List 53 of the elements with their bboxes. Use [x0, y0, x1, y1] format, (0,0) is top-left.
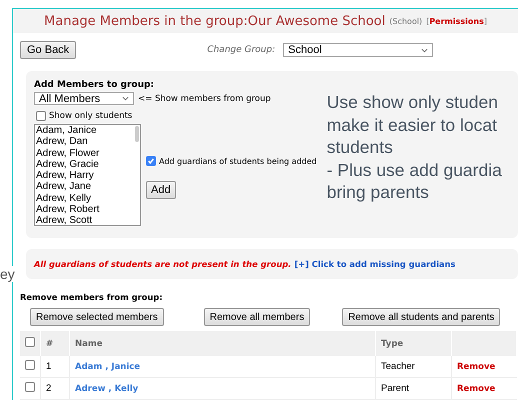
change-group-label: Change Group:	[207, 45, 276, 55]
help-text-line: make it easier to locat	[326, 114, 498, 136]
member-name-link[interactable]: Adrew , Kelly	[70, 378, 376, 400]
help-text-line: Use show only studen	[326, 91, 499, 114]
caret-icon	[122, 96, 129, 101]
remove-link[interactable]: Remove	[452, 378, 516, 400]
help-text-line: bring parents	[326, 181, 430, 204]
remove-link[interactable]: Remove	[452, 356, 516, 378]
scrollbar-thumb[interactable]	[135, 126, 139, 142]
member-option[interactable]: Adrew, Flower	[36, 148, 140, 159]
member-option[interactable]: Adrew, Gracie	[36, 158, 140, 170]
column-header: Name	[70, 331, 376, 356]
go-back-button[interactable]: Go Back	[20, 41, 76, 59]
cut-off-text: ey	[0, 266, 15, 282]
remove-members-heading: Remove members from group:	[20, 292, 164, 302]
member-option[interactable]: Adrew, Dan	[36, 136, 140, 148]
member-option[interactable]: Adrew, Jane	[36, 181, 140, 193]
table-cell: 2	[40, 378, 70, 400]
member-option[interactable]: Adam, Janice	[36, 125, 140, 136]
table-cell: Parent	[376, 378, 452, 400]
add-members-heading: Add Members to group:	[34, 80, 156, 90]
remove-button[interactable]: Remove all students and parents	[342, 308, 500, 326]
member-option[interactable]: Adrew, Harry	[36, 170, 140, 182]
help-text-line: students	[326, 136, 394, 158]
member-option[interactable]: Adrew, Scott	[36, 215, 140, 225]
checkbox-label: Add guardians of students being added	[159, 156, 317, 166]
member-name-link[interactable]: Adam , Janice	[70, 356, 376, 378]
group-type: (School)	[389, 16, 422, 26]
member-option[interactable]: Adrew, Kelly	[36, 192, 140, 204]
checkbox[interactable]	[146, 156, 156, 166]
add-button[interactable]: Add	[146, 181, 176, 199]
remove-button[interactable]: Remove all members	[204, 308, 310, 326]
remove-button[interactable]: Remove selected members	[30, 308, 164, 326]
source-group-hint: <= Show members from group	[138, 94, 271, 104]
checkbox[interactable]	[25, 360, 35, 370]
caret-icon	[421, 48, 428, 52]
column-header: Type	[376, 331, 452, 356]
checkbox[interactable]	[25, 382, 35, 392]
member-option[interactable]: Adrew, Robert	[36, 204, 140, 216]
member-list[interactable]: Adam, Janice Adrew, Dan Adrew, Flower Adrew, Gracie Adrew, Harry Adrew, Jane Adrew, Kelly Adrew, Robert Adrew, Scott	[34, 124, 141, 226]
permissions-link[interactable]: [Permissions]	[426, 16, 487, 26]
help-text-line: - Plus use add guardia	[326, 158, 502, 181]
change-group-select[interactable]: School	[283, 43, 434, 57]
checkbox[interactable]	[36, 111, 46, 121]
checkbox-label: Show only students	[49, 111, 132, 121]
page-title: Manage Members in the group:Our Awesome School	[44, 14, 386, 28]
alert-message: All guardians of students are not present in the group.	[34, 259, 292, 269]
column-header: #	[40, 331, 70, 356]
checkbox[interactable]	[25, 337, 35, 347]
table-cell: Teacher	[376, 356, 452, 378]
table-cell: 1	[40, 356, 70, 378]
add-guardians-link[interactable]: [+] Click to add missing guardians	[294, 259, 456, 269]
source-group-select[interactable]: All Members	[34, 92, 134, 105]
